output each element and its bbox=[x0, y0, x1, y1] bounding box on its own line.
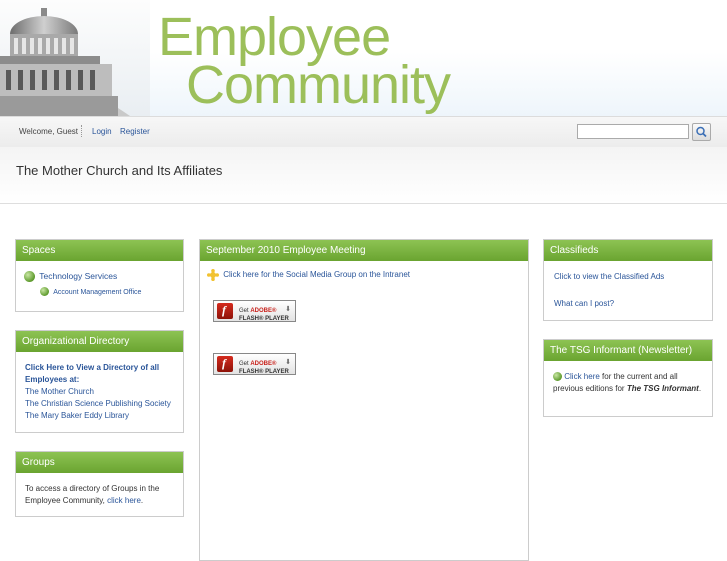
search-icon bbox=[696, 126, 707, 138]
employee-meeting-panel: September 2010 Employee Meeting Click he… bbox=[199, 239, 529, 561]
get-flash-player-button[interactable]: f Get ADOBE® FLASH® PLAYER ⬇ bbox=[213, 300, 296, 322]
download-arrow-icon: ⬇ bbox=[285, 306, 291, 313]
newsletter-title-em: The TSG Informant bbox=[626, 384, 699, 393]
banner-title-community: Community bbox=[186, 55, 451, 115]
tsg-informant-click-here-link[interactable]: Click here bbox=[564, 372, 600, 381]
account-management-office-link[interactable]: Account Management Office bbox=[53, 289, 141, 296]
flash-logo-icon: f bbox=[217, 356, 233, 372]
tsg-informant-panel: The TSG Informant (Newsletter) Click her… bbox=[543, 339, 713, 417]
register-link[interactable]: Register bbox=[120, 127, 150, 136]
page-title: The Mother Church and Its Affiliates bbox=[16, 163, 223, 178]
puzzle-icon bbox=[207, 269, 219, 281]
social-media-group-link[interactable]: Click here for the Social Media Group on… bbox=[223, 270, 410, 279]
nav-separator bbox=[81, 125, 83, 137]
classifieds-header: Classifieds bbox=[544, 240, 712, 261]
organizational-directory-header: Organizational Directory bbox=[16, 331, 183, 352]
organizational-directory-panel: Organizational Directory Click Here to V… bbox=[15, 330, 184, 433]
flash-logo-icon: f bbox=[217, 303, 233, 319]
newsletter-period: . bbox=[698, 384, 702, 393]
globe-icon bbox=[553, 372, 562, 382]
search-input[interactable] bbox=[577, 124, 689, 139]
globe-icon bbox=[24, 271, 35, 283]
groups-period: . bbox=[140, 496, 144, 505]
download-arrow-icon: ⬇ bbox=[285, 359, 291, 366]
get-flash-player-button[interactable]: f Get ADOBE® FLASH® PLAYER ⬇ bbox=[213, 353, 296, 375]
church-dome-image bbox=[0, 8, 130, 116]
directory-link-mary-baker-eddy-library[interactable]: The Mary Baker Eddy Library bbox=[25, 410, 175, 422]
globe-icon bbox=[40, 287, 49, 297]
view-classified-ads-link[interactable]: Click to view the Classified Ads bbox=[554, 271, 664, 283]
groups-click-here-link[interactable]: click here bbox=[107, 496, 141, 505]
login-link[interactable]: Login bbox=[92, 127, 112, 136]
directory-link-publishing-society[interactable]: The Christian Science Publishing Society bbox=[25, 398, 175, 410]
page-title-band: The Mother Church and Its Affiliates bbox=[0, 147, 727, 204]
spaces-header: Spaces bbox=[16, 240, 183, 261]
employee-meeting-header: September 2010 Employee Meeting bbox=[200, 240, 528, 261]
groups-panel: Groups To access a directory of Groups i… bbox=[15, 451, 184, 517]
tsg-informant-header: The TSG Informant (Newsletter) bbox=[544, 340, 712, 361]
groups-header: Groups bbox=[16, 452, 183, 473]
technology-services-link[interactable]: Technology Services bbox=[39, 271, 117, 281]
top-nav-bar: Welcome, Guest Login Register bbox=[0, 116, 727, 148]
header-banner: Employee Community bbox=[0, 0, 727, 116]
search-button[interactable] bbox=[692, 123, 711, 141]
spaces-panel: Spaces Technology Services Account Manag… bbox=[15, 239, 184, 312]
directory-link-mother-church[interactable]: The Mother Church bbox=[25, 386, 175, 398]
what-can-i-post-link[interactable]: What can I post? bbox=[554, 298, 614, 310]
classifieds-panel: Classifieds Click to view the Classified… bbox=[543, 239, 713, 321]
directory-intro-link[interactable]: Click Here to View a Directory of all Em… bbox=[25, 362, 175, 386]
welcome-text: Welcome, Guest bbox=[19, 127, 78, 136]
